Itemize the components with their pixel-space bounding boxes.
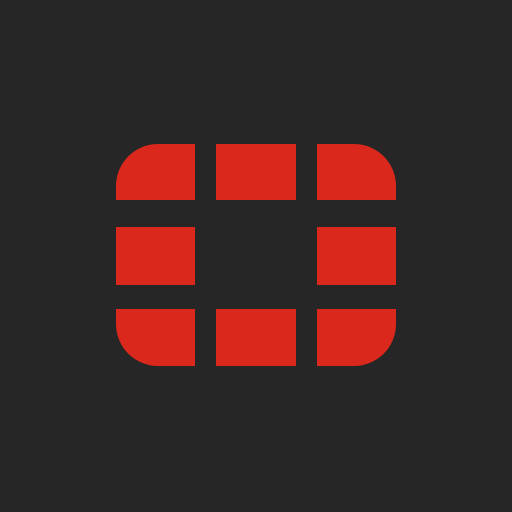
logo-tile-top-right [317, 144, 396, 200]
logo-tile-middle-left [116, 227, 195, 285]
fortinet-logo-icon [116, 144, 396, 366]
logo-tile-top-left [116, 144, 195, 200]
app-icon-canvas [0, 0, 512, 512]
logo-tile-middle-right [317, 227, 396, 285]
logo-tile-bottom-right [317, 309, 396, 366]
logo-tile-top-center [216, 144, 296, 200]
logo-tile-bottom-left [116, 309, 195, 366]
logo-tile-bottom-center [216, 309, 296, 366]
logo-tiles [116, 144, 396, 366]
